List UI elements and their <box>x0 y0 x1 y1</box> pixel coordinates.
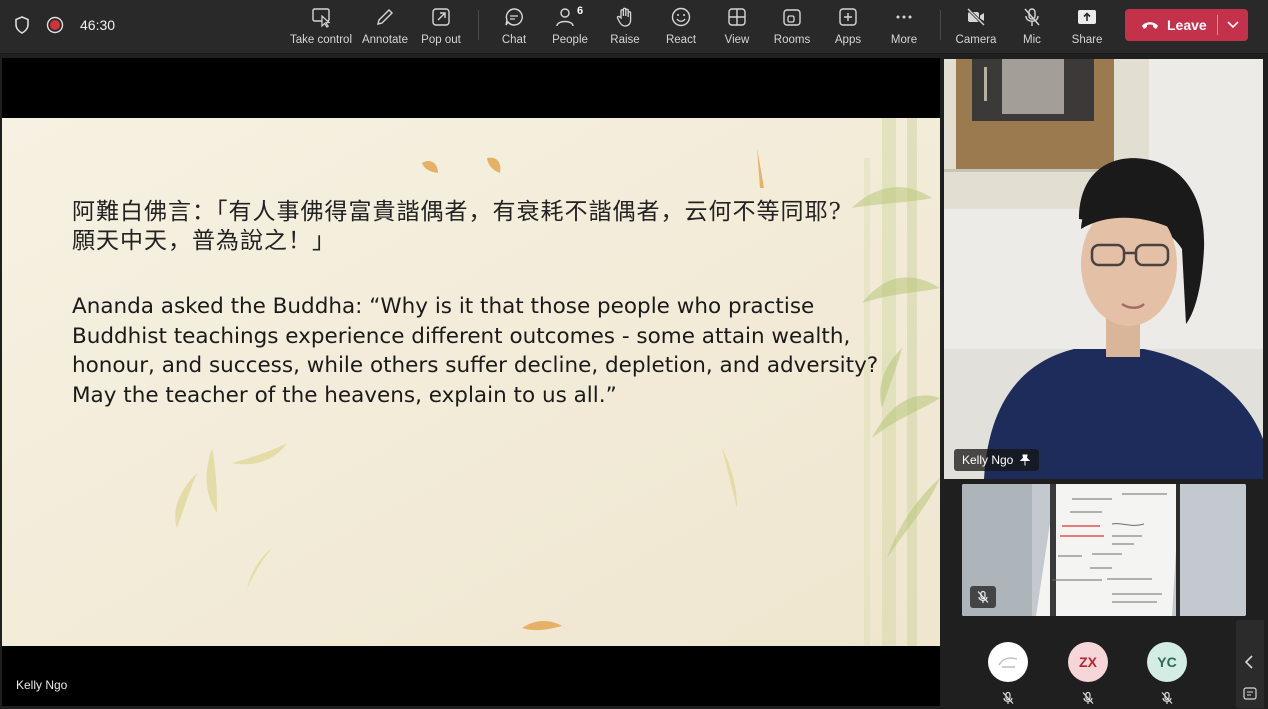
take-control-button[interactable]: Take control <box>290 4 352 48</box>
chat-icon <box>505 8 523 26</box>
recording-icon <box>46 16 64 34</box>
camera-label: Camera <box>955 34 997 46</box>
slide-chinese-text: 阿難白佛言：「有人事佛得富貴諧偶者，有衰耗不諧偶者，云何不等同耶? 願天中天，普… <box>72 199 842 254</box>
leave-main[interactable]: Leave <box>1125 9 1217 41</box>
camera-button[interactable]: Camera <box>953 4 999 48</box>
share-label: Share <box>1071 34 1103 46</box>
camera-off-icon <box>966 7 986 27</box>
smiley-icon <box>671 7 691 27</box>
participant-video <box>944 59 1263 479</box>
react-label: React <box>665 34 697 46</box>
participant-avatar[interactable] <box>988 642 1028 682</box>
rooms-icon <box>783 9 801 26</box>
apps-label: Apps <box>834 34 862 46</box>
toolbar-divider <box>940 10 941 40</box>
hang-up-icon <box>1142 22 1158 29</box>
participants-panel: Kelly Ngo ZX YC <box>940 54 1268 708</box>
share-icon <box>1078 10 1096 24</box>
pop-out-button[interactable]: Pop out <box>418 4 464 48</box>
annotate-label: Annotate <box>361 34 409 46</box>
whiteboard-video <box>962 484 1246 616</box>
panel-side-tab <box>1236 620 1264 708</box>
people-count-badge: 6 <box>577 5 584 17</box>
participant-avatar-row: ZX YC <box>940 639 1240 709</box>
mic-label: Mic <box>1023 34 1041 46</box>
view-button[interactable]: View <box>717 4 757 48</box>
shield-icon[interactable] <box>14 16 30 34</box>
participant-avatar[interactable]: ZX <box>1068 642 1108 682</box>
leave-label: Leave <box>1167 17 1207 33</box>
take-control-icon <box>312 8 331 28</box>
share-button[interactable]: Share <box>1067 4 1107 48</box>
avatar-image-icon <box>998 657 1018 668</box>
meeting-status: 46:30 <box>14 0 115 50</box>
featured-name-tag: Kelly Ngo <box>954 449 1040 471</box>
mic-off-icon <box>1024 8 1040 26</box>
leave-button[interactable]: Leave <box>1125 9 1248 41</box>
view-label: View <box>724 34 750 46</box>
raise-label: Raise <box>610 34 640 46</box>
meeting-toolbar: 46:30 Take control Annotate Pop out Chat… <box>0 0 1268 54</box>
pin-icon[interactable] <box>1019 454 1031 466</box>
rooms-label: Rooms <box>773 34 811 46</box>
more-label: More <box>890 34 918 46</box>
people-icon <box>556 8 574 27</box>
mic-off-icon <box>1002 691 1014 704</box>
pop-out-label: Pop out <box>421 34 461 46</box>
leave-options-button[interactable] <box>1218 9 1248 41</box>
chat-button[interactable]: Chat <box>494 4 534 48</box>
tile-mute-indicator <box>970 586 996 608</box>
mic-off-icon <box>977 590 989 603</box>
mic-button[interactable]: Mic <box>1013 4 1051 48</box>
react-button[interactable]: React <box>661 4 701 48</box>
annotate-button[interactable]: Annotate <box>360 4 410 48</box>
hand-icon <box>616 7 632 27</box>
more-button[interactable]: More <box>884 4 924 48</box>
chevron-left-icon[interactable] <box>1236 642 1264 682</box>
mic-off-icon <box>1082 691 1094 704</box>
take-control-label: Take control <box>290 34 353 46</box>
toolbar-divider <box>478 10 479 40</box>
meeting-timer: 46:30 <box>80 17 116 33</box>
raise-hand-button[interactable]: Raise <box>605 4 645 48</box>
mic-off-icon <box>1161 691 1173 704</box>
pen-icon <box>377 9 393 25</box>
featured-video-tile[interactable]: Kelly Ngo <box>944 59 1263 479</box>
rooms-button[interactable]: Rooms <box>772 4 812 48</box>
apps-button[interactable]: Apps <box>828 4 868 48</box>
screen-capture-icon[interactable] <box>1236 682 1264 706</box>
participant-avatar[interactable]: YC <box>1147 642 1187 682</box>
plus-icon <box>839 8 857 26</box>
featured-participant-name: Kelly Ngo <box>962 453 1014 467</box>
shared-slide: 阿難白佛言：「有人事佛得富貴諧偶者，有衰耗不諧偶者，云何不等同耶? 願天中天，普… <box>2 118 940 646</box>
people-label: People <box>552 34 588 46</box>
chevron-down-icon <box>1227 21 1239 29</box>
participant-video-tile[interactable] <box>962 484 1246 616</box>
slide-english-text: Ananda asked the Buddha: “Why is it that… <box>72 294 879 408</box>
shared-screen-stage: 阿難白佛言：「有人事佛得富貴諧偶者，有衰耗不諧偶者，云何不等同耶? 願天中天，普… <box>2 58 940 706</box>
presenter-name-label: Kelly Ngo <box>16 678 68 692</box>
more-icon <box>896 15 912 19</box>
chat-label: Chat <box>501 34 527 46</box>
grid-view-icon <box>728 8 746 26</box>
people-button[interactable]: People <box>548 4 592 48</box>
pop-out-icon <box>432 8 450 26</box>
